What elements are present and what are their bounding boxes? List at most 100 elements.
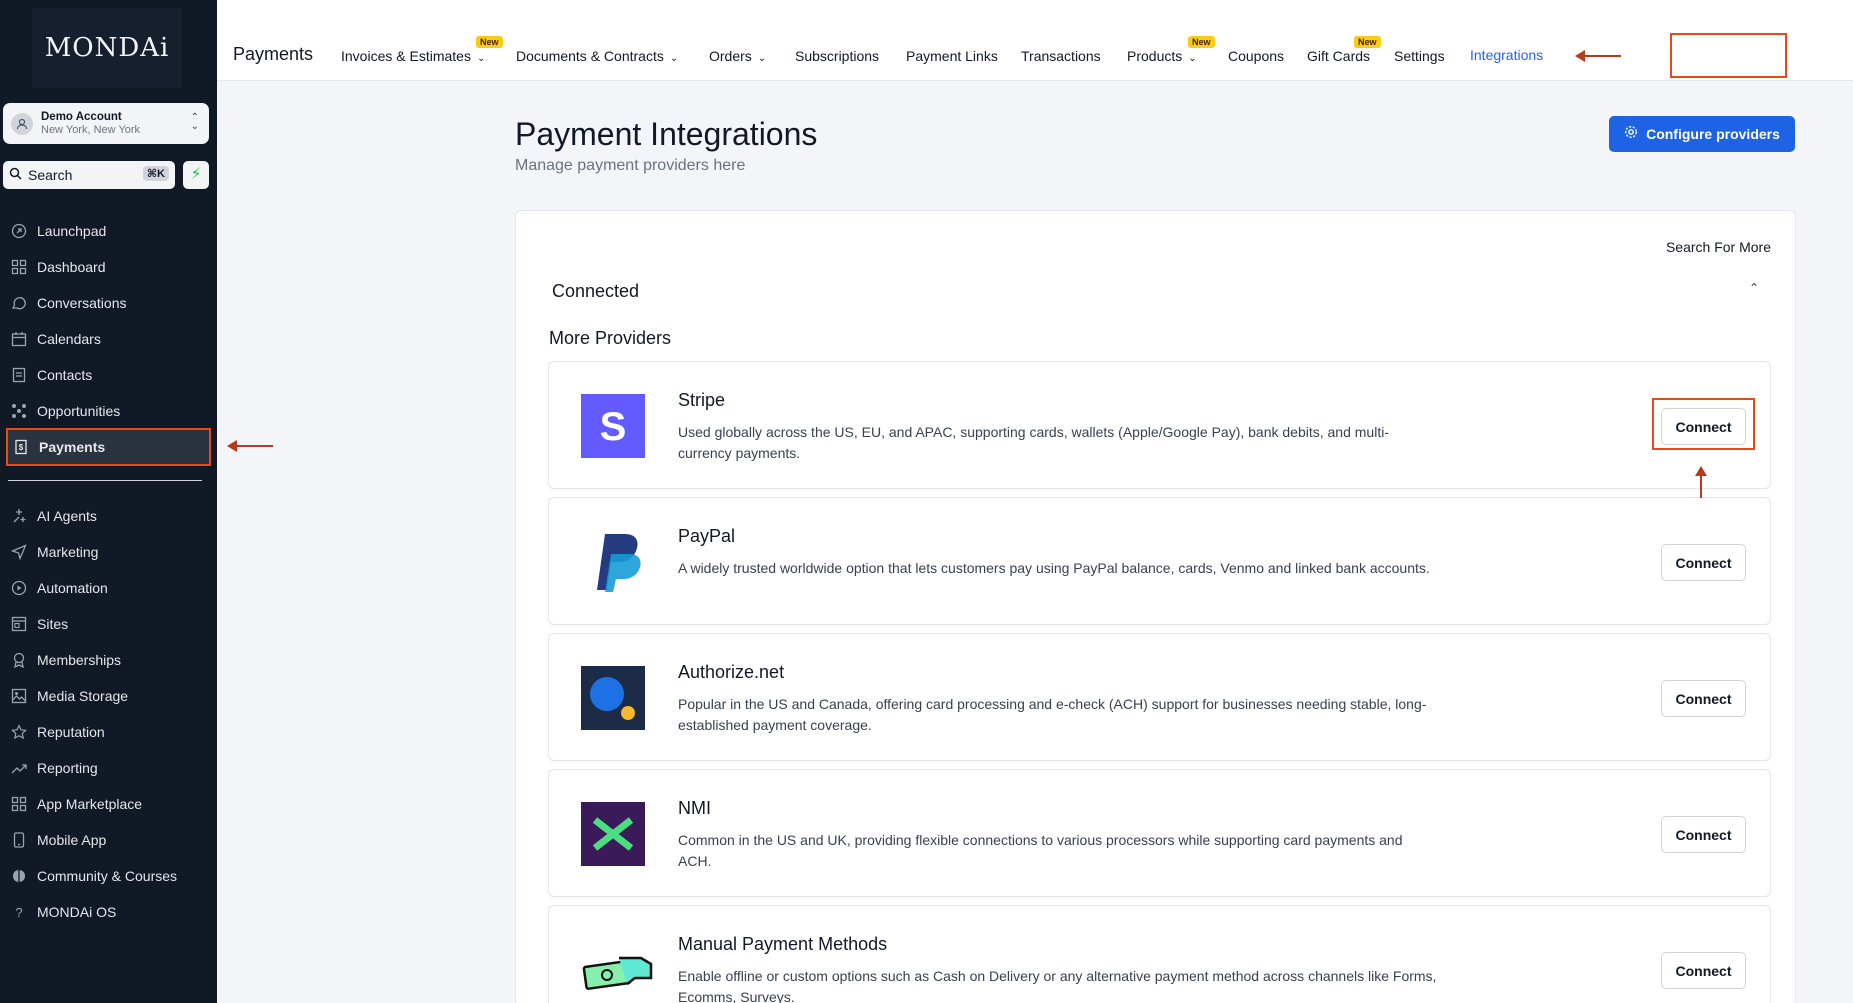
tab-settings[interactable]: Settings [1394, 48, 1445, 64]
tab-gift-cards[interactable]: Gift Cards [1307, 48, 1370, 64]
tab-products[interactable]: Products ⌄ [1127, 48, 1197, 64]
sidebar-item-label: MONDAi OS [37, 904, 117, 920]
sidebar-item-label: Opportunities [37, 403, 121, 419]
sidebar-item-conversations[interactable]: Conversations [10, 288, 210, 318]
image-icon [10, 687, 28, 705]
more-providers-title: More Providers [549, 328, 672, 348]
tab-orders[interactable]: Orders ⌄ [709, 48, 766, 64]
tab-integrations[interactable]: Integrations [1470, 47, 1543, 63]
sidebar-item-contacts[interactable]: Contacts [10, 360, 210, 390]
chevron-down-icon: ⌄ [476, 53, 486, 64]
contacts-icon [10, 366, 28, 384]
brand-logo[interactable]: MONDAi [32, 8, 182, 88]
sidebar-item-dashboard[interactable]: Dashboard [10, 252, 210, 282]
sidebar-item-label: Reputation [37, 724, 105, 740]
tab-coupons[interactable]: Coupons [1228, 48, 1284, 64]
sidebar-item-label: Calendars [37, 331, 101, 347]
provider-card-manual-payment: Manual Payment Methods Enable offline or… [548, 905, 1771, 1003]
sidebar-item-opportunities[interactable]: Opportunities [10, 396, 210, 426]
page-title: Payment Integrations [515, 116, 818, 152]
provider-description: Common in the US and UK, providing flexi… [678, 832, 1403, 869]
connect-button-nmi[interactable]: Connect [1661, 816, 1746, 853]
tab-payment-links[interactable]: Payment Links [906, 48, 998, 64]
provider-description: Used globally across the US, EU, and APA… [678, 424, 1389, 461]
sidebar-item-label: Contacts [37, 367, 93, 383]
tab-invoices-estimates[interactable]: Invoices & Estimates ⌄ [341, 48, 485, 64]
tab-label: Payment Links [906, 48, 998, 64]
tab-label: Settings [1394, 48, 1445, 64]
sidebar-item-mondai-os[interactable]: ? MONDAi OS [10, 897, 210, 927]
new-badge: New [476, 36, 503, 48]
sidebar-item-label: Marketing [37, 544, 99, 560]
tab-transactions[interactable]: Transactions [1021, 48, 1101, 64]
connect-button-authorize-net[interactable]: Connect [1661, 680, 1746, 717]
sidebar-item-label: Mobile App [37, 832, 107, 848]
account-switcher[interactable]: Demo Account New York, New York ⌃ ⌄ [3, 103, 209, 144]
providers-card: Search For More Connected ⌃ More Provide… [515, 210, 1796, 1003]
gear-icon [1624, 125, 1638, 143]
sidebar-item-launchpad[interactable]: Launchpad [10, 216, 210, 246]
svg-text:$: $ [19, 443, 24, 452]
sidebar-item-payments[interactable]: $ Payments [6, 428, 211, 466]
sidebar: MONDAi Demo Account New York, New York ⌃… [0, 0, 217, 1003]
provider-name: PayPal [678, 526, 736, 546]
tab-label: Orders [709, 48, 752, 64]
account-name: Demo Account [41, 111, 122, 123]
sidebar-item-memberships[interactable]: Memberships [10, 645, 210, 675]
user-icon [11, 112, 33, 135]
connect-button-paypal[interactable]: Connect [1661, 544, 1746, 581]
sidebar-item-automation[interactable]: Automation [10, 573, 210, 603]
opportunities-icon [10, 402, 28, 420]
sidebar-item-label: Conversations [37, 295, 127, 311]
new-badge: New [1188, 36, 1215, 48]
provider-name: Authorize.net [678, 662, 785, 682]
authorize-net-logo-icon [581, 666, 645, 730]
tab-label: Coupons [1228, 48, 1285, 64]
sidebar-item-marketing[interactable]: Marketing [10, 537, 210, 567]
provider-card-stripe: S Stripe Used globally across the US, EU… [548, 361, 1771, 489]
provider-card-paypal: PayPal A widely trusted worldwide option… [548, 497, 1771, 625]
tab-label: Products [1127, 48, 1183, 64]
annotation-arrow-payments [227, 440, 273, 452]
search-label: Search [28, 167, 73, 183]
stripe-logo-icon: S [581, 394, 645, 458]
sidebar-item-media-storage[interactable]: Media Storage [10, 681, 210, 711]
tab-label: Gift Cards [1307, 48, 1371, 64]
nmi-logo-icon [581, 802, 645, 866]
provider-description: A widely trusted worldwide option that l… [678, 560, 1430, 576]
tab-documents-contracts[interactable]: Documents & Contracts ⌄ [516, 48, 678, 64]
chat-icon [10, 294, 28, 312]
annotation-arrow-connect [1695, 466, 1707, 498]
sidebar-item-reporting[interactable]: Reporting [10, 753, 210, 783]
search-more-link[interactable]: Search For More [1666, 239, 1771, 255]
provider-name: Manual Payment Methods [678, 934, 888, 954]
sidebar-item-ai-agents[interactable]: AI Agents [10, 501, 210, 531]
phone-icon [10, 831, 28, 849]
sidebar-item-reputation[interactable]: Reputation [10, 717, 210, 747]
svg-text:S: S [600, 405, 627, 449]
sidebar-item-app-marketplace[interactable]: App Marketplace [10, 789, 210, 819]
trend-icon [10, 759, 28, 777]
sidebar-item-calendars[interactable]: Calendars [10, 324, 210, 354]
sidebar-search[interactable]: Search ⌘K [3, 161, 175, 189]
connect-button-manual[interactable]: Connect [1661, 952, 1746, 989]
configure-providers-button[interactable]: Configure providers [1609, 116, 1795, 152]
highlight-box-integrations [1670, 33, 1787, 78]
sidebar-item-label: Media Storage [37, 688, 129, 704]
automation-icon [10, 579, 28, 597]
search-icon [9, 167, 22, 183]
section-title: Payments [233, 44, 314, 64]
tab-subscriptions[interactable]: Subscriptions [795, 48, 879, 64]
sidebar-item-community-courses[interactable]: Community & Courses [10, 861, 210, 891]
sidebar-item-label: AI Agents [37, 508, 97, 524]
tab-label: Documents & Contracts [516, 48, 664, 64]
sidebar-item-sites[interactable]: Sites [10, 609, 210, 639]
community-icon [10, 867, 28, 885]
highlight-box-stripe-connect [1652, 398, 1755, 450]
sidebar-item-label: Dashboard [37, 259, 106, 275]
quick-action-bolt-icon[interactable]: ⚡ [183, 161, 209, 189]
chevron-up-icon[interactable]: ⌃ [1749, 281, 1759, 295]
sites-icon [10, 615, 28, 633]
sidebar-item-mobile-app[interactable]: Mobile App [10, 825, 210, 855]
sidebar-item-label: Launchpad [37, 223, 107, 239]
